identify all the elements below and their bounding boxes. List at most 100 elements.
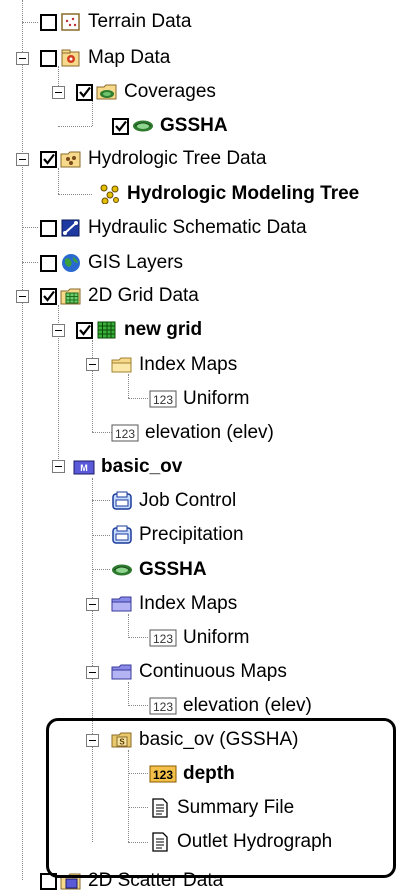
job-control-icon: [112, 491, 132, 510]
dataset-123-icon: 123: [149, 390, 177, 408]
grid-data-2d-checkbox[interactable]: [40, 287, 57, 305]
terrain-data-icon: [61, 13, 80, 31]
model-icon: M: [73, 460, 95, 475]
grid-icon: [97, 321, 116, 339]
tree-connector: [92, 340, 93, 432]
new-grid-checkbox[interactable]: [76, 321, 93, 339]
tree-item-gssha-coverage[interactable]: GSSHA: [112, 111, 228, 141]
tree-item-label: Hydraulic Schematic Data: [88, 217, 307, 238]
collapse-coverages-button[interactable]: [52, 86, 65, 99]
tree-connector: [22, 0, 23, 880]
tree-item-hydrologic-modeling-tree[interactable]: Hydrologic Modeling Tree: [96, 179, 359, 209]
collapse-index-maps-2-button[interactable]: [86, 598, 99, 611]
dataset-123-icon: 123: [149, 697, 177, 715]
tree-item-job-control[interactable]: Job Control: [108, 486, 236, 516]
dataset-badge-text: 123: [115, 427, 135, 441]
checkmark-icon: [42, 153, 55, 165]
tree-item-elevation[interactable]: 123 elevation (elev): [108, 418, 274, 448]
tree-item-label: GSSHA: [160, 115, 228, 136]
checkmark-icon: [114, 120, 127, 132]
modeling-tree-icon: [100, 184, 119, 204]
tree-item-label: Index Maps: [139, 354, 238, 375]
tree-item-gssha-model[interactable]: GSSHA: [108, 555, 207, 585]
folder-icon: [111, 357, 132, 373]
tree-item-continuous-maps[interactable]: Continuous Maps: [108, 657, 287, 687]
tree-item-new-grid[interactable]: new grid: [76, 315, 202, 345]
tree-item-label: 2D Grid Data: [88, 285, 199, 306]
grid-folder-icon: [60, 288, 81, 305]
collapse-2d-grid-data-button[interactable]: [16, 290, 29, 303]
folder-blue-icon: [111, 596, 132, 612]
tree-connector: [58, 194, 92, 195]
tree-item-label: Map Data: [88, 47, 171, 68]
tree-item-index-maps-2[interactable]: Index Maps: [108, 589, 237, 619]
tree-item-hydrologic-tree-data[interactable]: Hydrologic Tree Data: [40, 144, 266, 174]
collapse-continuous-maps-button[interactable]: [86, 666, 99, 679]
collapse-basic-ov-button[interactable]: [52, 460, 65, 473]
dataset-badge-text: 123: [153, 700, 173, 714]
tree-item-label: Precipitation: [139, 524, 244, 545]
gssha-coverage-icon: [133, 120, 153, 132]
tree-item-uniform[interactable]: 123 Uniform: [146, 384, 250, 414]
hydrologic-tree-data-checkbox[interactable]: [40, 150, 57, 168]
tree-connector: [128, 637, 148, 638]
tree-item-label: Coverages: [124, 81, 216, 102]
tree-item-2d-grid-data[interactable]: 2D Grid Data: [40, 281, 199, 311]
tree-item-label: Index Maps: [139, 593, 238, 614]
tree-item-label: Terrain Data: [88, 11, 192, 32]
tree-item-map-data[interactable]: Map Data: [40, 43, 170, 73]
gis-layers-checkbox[interactable]: [40, 254, 57, 272]
tree-item-label: Uniform: [183, 627, 250, 648]
gssha-icon: [112, 564, 132, 576]
tree-item-precipitation[interactable]: Precipitation: [108, 520, 244, 550]
dataset-badge-text: 123: [153, 632, 173, 646]
checkmark-icon: [78, 324, 91, 336]
tree-item-uniform-2[interactable]: 123 Uniform: [146, 623, 250, 653]
collapse-index-maps-button[interactable]: [86, 358, 99, 371]
collapse-map-data-button[interactable]: [16, 52, 29, 65]
tree-item-label: basic_ov: [101, 456, 183, 477]
tree-connector: [58, 126, 92, 127]
tree-item-label: Job Control: [139, 490, 237, 511]
gssha-coverage-checkbox[interactable]: [112, 117, 129, 135]
tree-item-coverages[interactable]: Coverages: [76, 77, 216, 107]
tree-item-hydraulic-schematic-data[interactable]: Hydraulic Schematic Data: [40, 213, 307, 243]
tree-item-label: new grid: [124, 319, 203, 340]
tree-connector: [22, 227, 38, 228]
svg-text:M: M: [80, 463, 88, 473]
terrain-data-checkbox[interactable]: [40, 13, 57, 31]
hydrologic-tree-data-icon: [60, 151, 81, 168]
map-data-icon: [61, 49, 80, 67]
tree-item-label: Continuous Maps: [139, 661, 287, 682]
tree-item-label: GIS Layers: [88, 252, 184, 273]
solution-highlight-box: [46, 718, 396, 878]
tree-item-label: Uniform: [183, 388, 250, 409]
map-data-checkbox[interactable]: [40, 49, 57, 67]
tree-item-terrain-data[interactable]: Terrain Data: [40, 7, 192, 37]
tree-item-gis-layers[interactable]: GIS Layers: [40, 248, 183, 278]
tree-connector: [22, 262, 38, 263]
checkmark-icon: [42, 290, 55, 302]
coverages-checkbox[interactable]: [76, 83, 93, 101]
precipitation-icon: [112, 525, 132, 544]
collapse-new-grid-button[interactable]: [52, 324, 65, 337]
globe-icon: [62, 254, 80, 272]
tree-item-elevation-2[interactable]: 123 elevation (elev): [146, 691, 312, 721]
tree-item-index-maps[interactable]: Index Maps: [108, 350, 237, 380]
tree-item-label: Hydrologic Modeling Tree: [127, 183, 360, 204]
tree-item-basic-ov[interactable]: M basic_ov: [70, 452, 182, 482]
tree-connector: [128, 398, 148, 399]
dataset-123-icon: 123: [111, 424, 139, 442]
checkmark-icon: [78, 86, 91, 98]
hydraulic-schematic-icon: [61, 219, 80, 237]
hydraulic-schematic-data-checkbox[interactable]: [40, 219, 57, 237]
tree-item-label: elevation (elev): [145, 422, 274, 443]
collapse-hydrologic-tree-data-button[interactable]: [16, 153, 29, 166]
tree-connector: [128, 705, 148, 706]
dataset-123-icon: 123: [149, 629, 177, 647]
tree-item-label: elevation (elev): [183, 695, 312, 716]
tree-item-label: GSSHA: [139, 559, 207, 580]
dataset-badge-text: 123: [153, 393, 173, 407]
folder-blue-icon: [111, 664, 132, 680]
tree-connector: [22, 22, 38, 23]
